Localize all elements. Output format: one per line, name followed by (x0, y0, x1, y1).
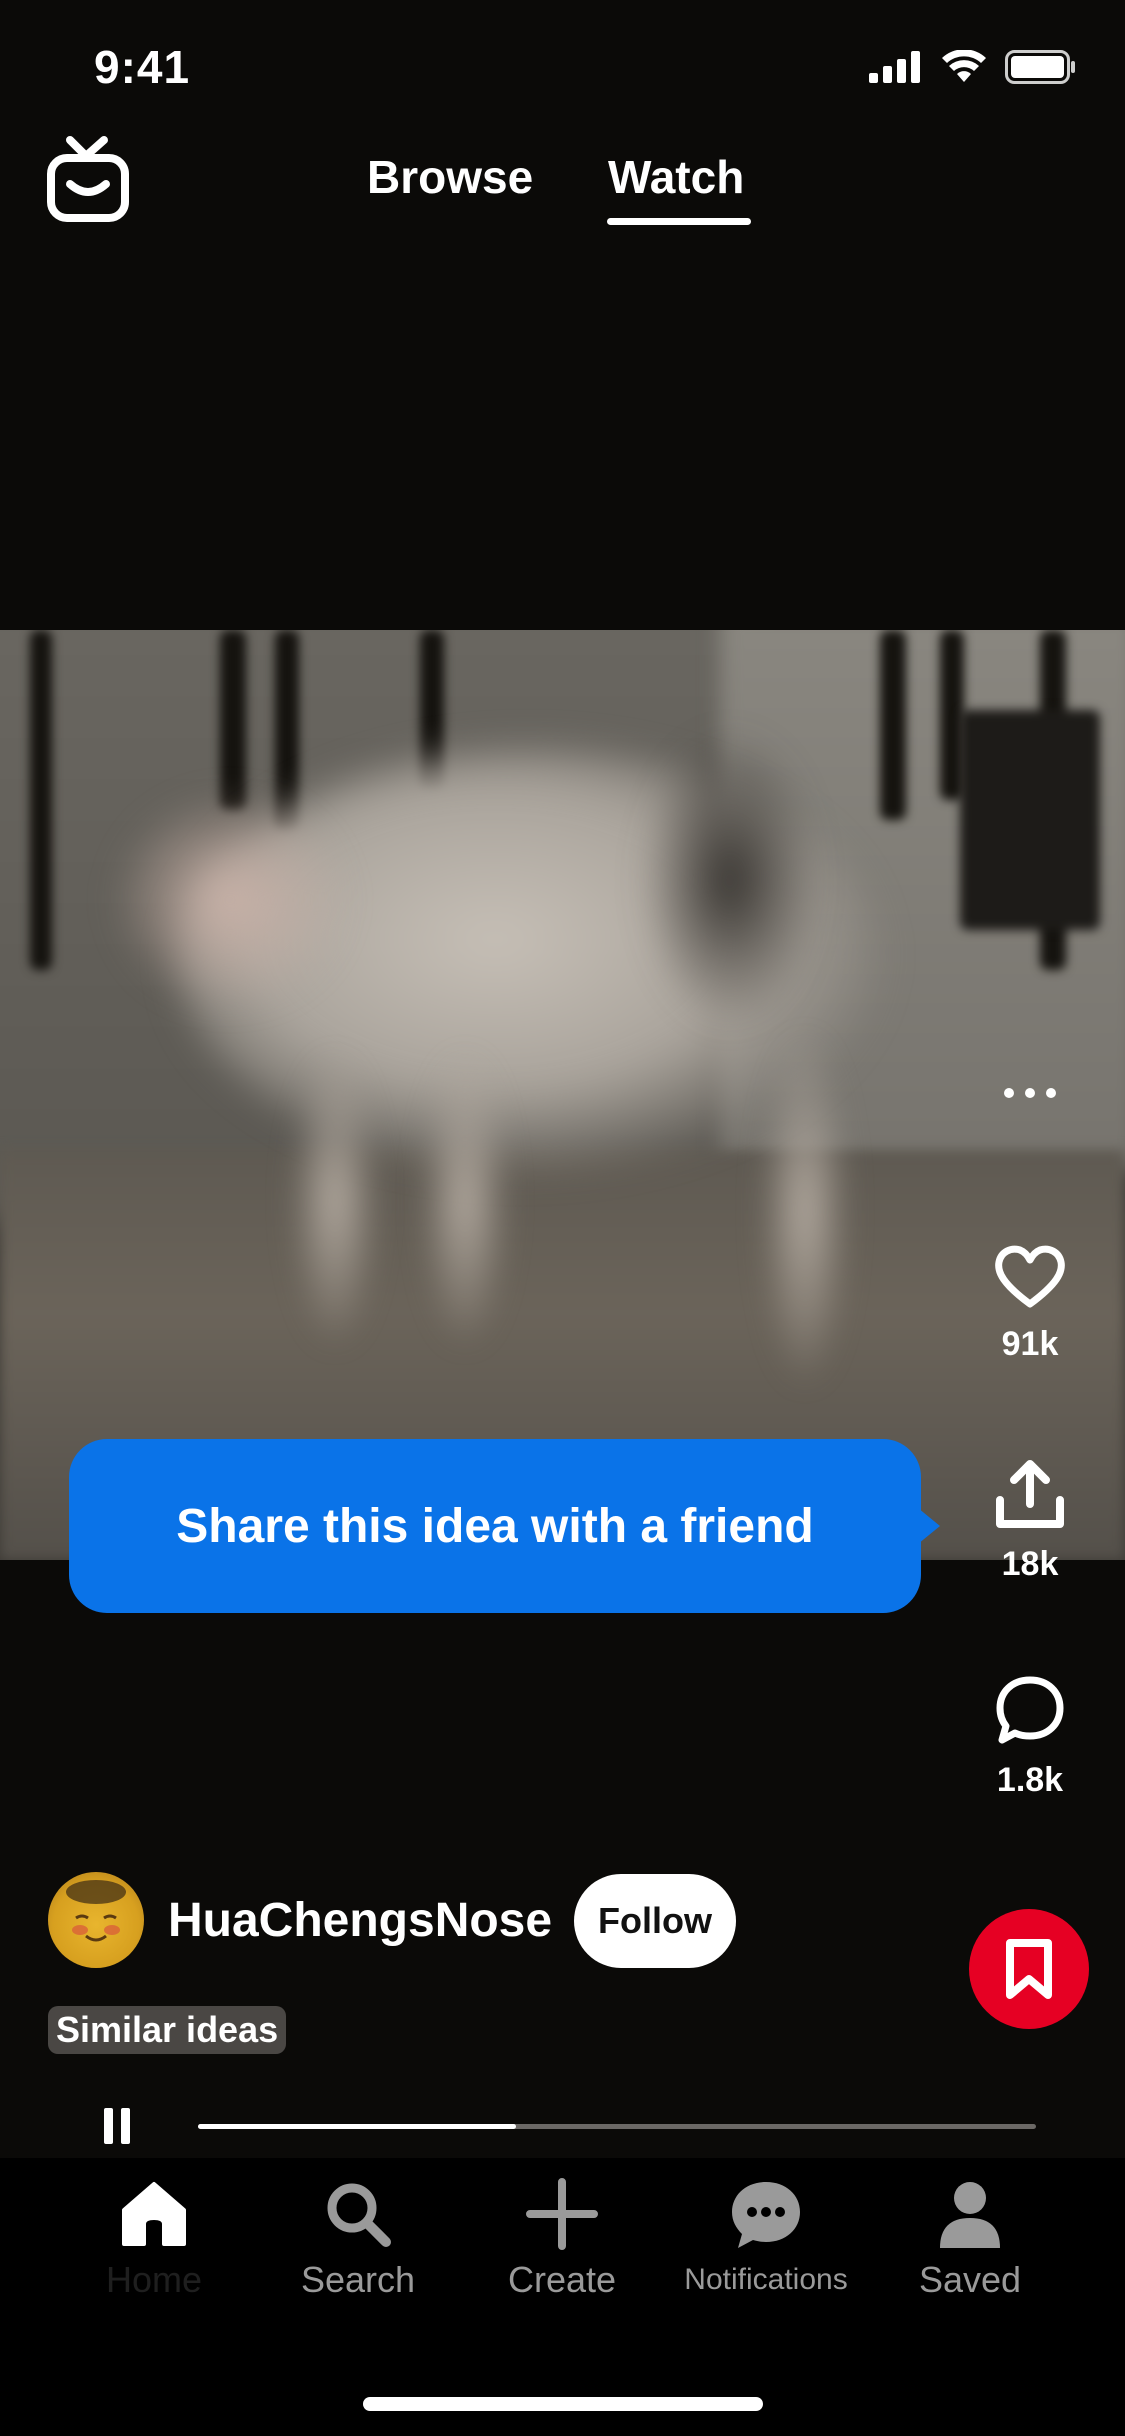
tooltip-arrow (918, 1508, 940, 1544)
nav-saved[interactable]: Saved (880, 2178, 1060, 2301)
pause-button[interactable] (104, 2108, 134, 2144)
nav-search[interactable]: Search (268, 2178, 448, 2301)
more-options-icon[interactable] (1000, 1078, 1060, 1108)
status-icons (869, 50, 1077, 84)
share-count: 18k (1001, 1545, 1059, 1583)
creator-name[interactable]: HuaChengsNose (168, 1893, 552, 1948)
wifi-icon (942, 50, 986, 82)
creator-avatar[interactable] (48, 1872, 144, 1968)
nav-home[interactable]: Home (64, 2178, 244, 2301)
nav-notifications[interactable]: Notifications (676, 2178, 856, 2297)
tab-browse[interactable]: Browse (367, 150, 533, 204)
home-icon (122, 2182, 186, 2246)
follow-button[interactable]: Follow (574, 1874, 736, 1968)
comment-action[interactable]: 1.8k (980, 1674, 1080, 1800)
nav-search-label: Search (300, 2259, 416, 2300)
person-icon (940, 2182, 1000, 2248)
nav-create[interactable]: Create (472, 2178, 652, 2301)
like-action[interactable]: 91k (980, 1244, 1080, 1364)
comment-bubble-icon (996, 1676, 1064, 1744)
progress-track[interactable] (198, 2124, 1036, 2129)
nav-notifications-label: Notifications (684, 2263, 848, 2296)
share-action[interactable]: 18k (980, 1460, 1080, 1584)
active-tab-indicator (607, 218, 751, 225)
share-tooltip[interactable]: Share this idea with a friend (69, 1439, 921, 1613)
heart-icon (995, 1245, 1065, 1308)
save-button[interactable] (969, 1909, 1089, 2029)
comment-count: 1.8k (996, 1761, 1064, 1799)
video-player[interactable] (0, 630, 1125, 1560)
avatar-face-icon (66, 1880, 126, 1942)
watch-screen: 9:41 Browse Watch 91k 18k 1.8k Share thi… (0, 0, 1125, 2436)
share-upload-icon (996, 1460, 1064, 1528)
signal-icon (869, 51, 920, 83)
search-icon (327, 2183, 391, 2247)
pause-bar (104, 2108, 113, 2144)
chat-bubble-icon (732, 2182, 800, 2248)
like-count: 91k (1001, 1325, 1059, 1363)
plus-icon (526, 2178, 598, 2250)
pause-bar (121, 2108, 130, 2144)
bookmark-icon (1006, 1939, 1052, 1999)
home-indicator (363, 2397, 763, 2411)
nav-saved-label: Saved (918, 2259, 1022, 2300)
nav-create-label: Create (507, 2259, 617, 2300)
battery-icon (1005, 50, 1075, 84)
progress-fill (198, 2124, 517, 2129)
nav-home-label: Home (105, 2259, 203, 2300)
similar-ideas-chip[interactable]: Similar ideas (48, 2006, 287, 2054)
status-time: 9:41 (94, 41, 191, 93)
tab-watch[interactable]: Watch (608, 150, 744, 204)
tv-logo-icon[interactable] (46, 134, 130, 224)
